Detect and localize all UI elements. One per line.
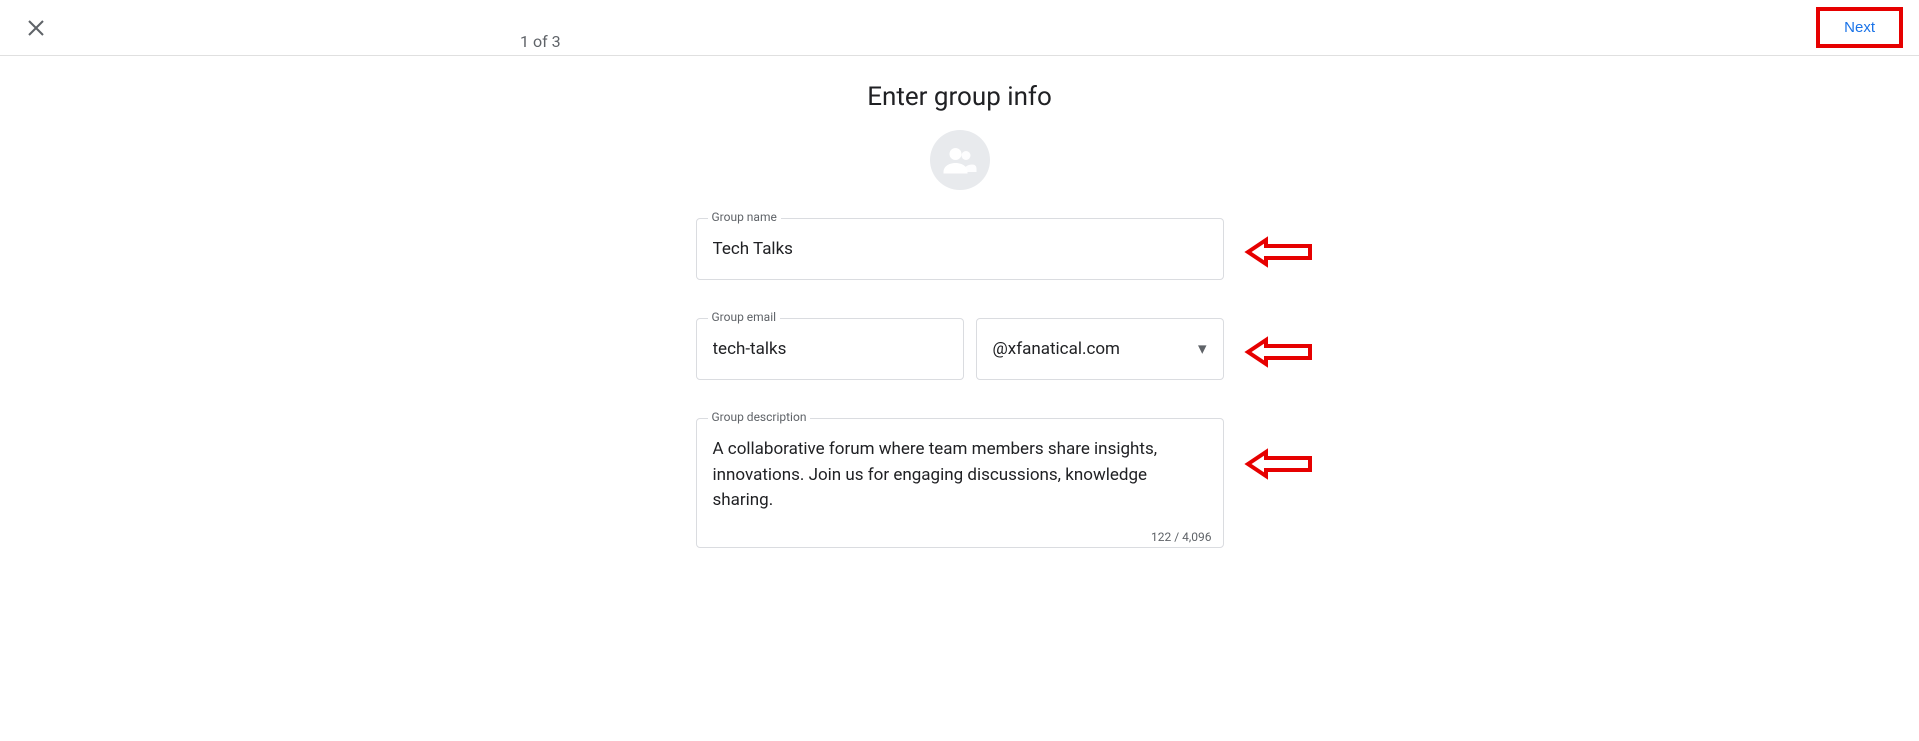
- page-title: Enter group info: [867, 82, 1052, 112]
- group-name-label: Group name: [708, 210, 781, 224]
- group-description-field: Group description 122 / 4,096: [696, 418, 1224, 552]
- close-button[interactable]: [16, 8, 56, 48]
- next-button[interactable]: Next: [1816, 7, 1903, 48]
- group-email-input[interactable]: [696, 318, 964, 380]
- group-name-input[interactable]: [696, 218, 1224, 280]
- annotation-arrow: [1244, 446, 1316, 486]
- group-email-field: Group email @xfanatical.com ▾: [696, 318, 1224, 380]
- close-icon: [24, 16, 48, 40]
- step-indicator: 1 of 3: [520, 32, 561, 51]
- char-count: 122 / 4,096: [1151, 530, 1211, 544]
- group-name-field: Group name: [696, 218, 1224, 280]
- content-area: Enter group info Group name Group email: [0, 56, 1919, 552]
- annotation-arrow: [1244, 234, 1316, 274]
- group-description-input[interactable]: [696, 418, 1224, 548]
- group-description-label: Group description: [708, 410, 811, 424]
- group-email-domain-select[interactable]: @xfanatical.com ▾: [976, 318, 1224, 380]
- annotation-arrow: [1244, 334, 1316, 374]
- chevron-down-icon: ▾: [1198, 339, 1207, 359]
- group-avatar-placeholder: [930, 130, 990, 190]
- form: Group name Group email @xfanatical.com ▾: [696, 218, 1224, 552]
- group-email-domain-value: @xfanatical.com: [993, 339, 1120, 359]
- group-icon: [942, 142, 978, 178]
- group-email-label: Group email: [708, 310, 781, 324]
- top-bar: 1 of 3 Next: [0, 0, 1919, 56]
